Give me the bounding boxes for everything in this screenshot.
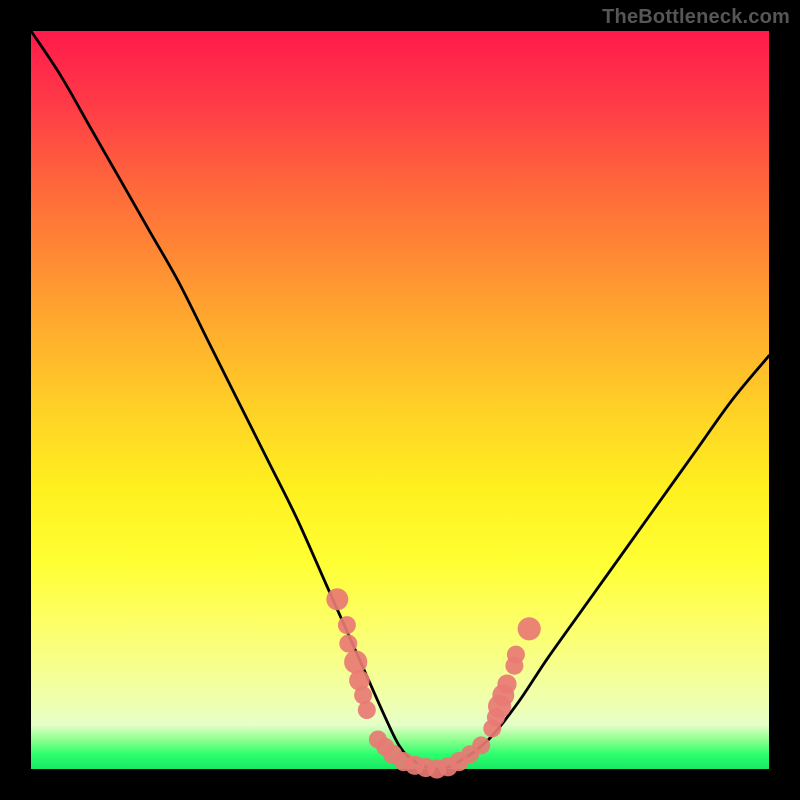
scatter-dot [507, 646, 525, 664]
scatter-dot [339, 635, 357, 653]
scatter-dot [518, 617, 541, 640]
scatter-layer [326, 588, 541, 778]
scatter-dot [472, 736, 490, 754]
scatter-dot [338, 616, 356, 634]
scatter-dot [358, 701, 376, 719]
bottleneck-curve-path [31, 31, 769, 769]
watermark-text: TheBottleneck.com [602, 6, 790, 29]
chart-svg [31, 31, 769, 769]
scatter-dot [497, 675, 516, 694]
plot-area [31, 31, 769, 769]
scatter-dot [344, 650, 367, 673]
chart-stage: TheBottleneck.com [0, 0, 800, 800]
scatter-dot [326, 588, 348, 610]
